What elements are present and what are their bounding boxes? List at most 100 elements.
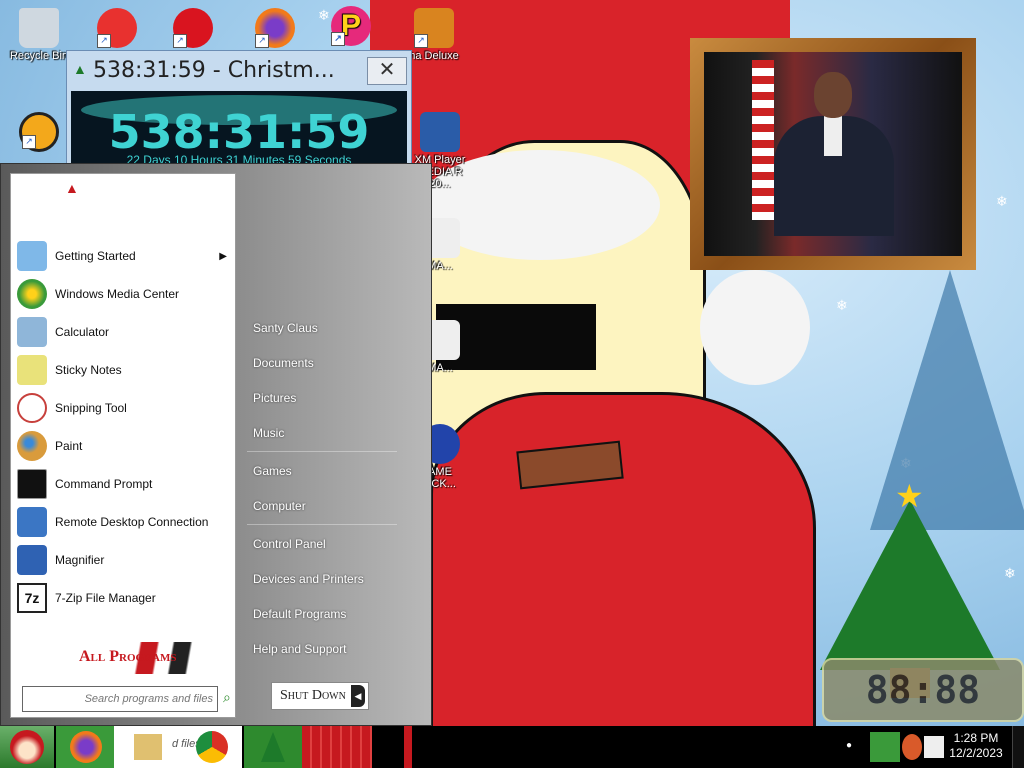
countdown-display: 538:31:59 22 Days 10 Hours 31 Minutes 59…	[71, 91, 407, 165]
program-label: Magnifier	[55, 553, 105, 567]
recycle-bin-icon	[19, 8, 59, 48]
right-item-music[interactable]: Music	[253, 426, 284, 440]
all-programs-label: All Programs	[79, 648, 177, 665]
aimp-icon: ↗	[19, 112, 59, 152]
desktop-icon-p-game[interactable]: P ↗	[316, 6, 386, 48]
program-label: Sticky Notes	[55, 363, 122, 377]
show-desktop-button[interactable]	[1012, 726, 1024, 768]
right-item-games[interactable]: Games	[253, 464, 292, 478]
program-label: Paint	[55, 439, 83, 453]
shutdown-options-button[interactable]: ◀	[351, 685, 365, 707]
taskbar-red-strip	[404, 726, 412, 768]
program-command-prompt[interactable]: Command Prompt	[17, 466, 231, 502]
program-label: 7-Zip File Manager	[55, 591, 156, 605]
submenu-arrow-icon: ▶	[219, 250, 227, 262]
right-item-documents[interactable]: Documents	[253, 356, 314, 370]
right-item-control-panel[interactable]: Control Panel	[253, 537, 326, 551]
clock-date: 12/2/2023	[949, 746, 1003, 760]
start-button[interactable]	[0, 726, 54, 768]
search-input[interactable]	[23, 687, 215, 711]
close-button[interactable]: ✕	[367, 57, 407, 85]
program-windows-media-center[interactable]: Windows Media Center	[17, 276, 231, 312]
separator	[247, 451, 397, 452]
paint-icon	[17, 431, 47, 461]
all-programs-button[interactable]: All Programs	[19, 642, 233, 674]
portrait-photo	[704, 52, 962, 256]
getting-started-icon	[17, 241, 47, 271]
background-pine-tree	[870, 270, 1024, 530]
pointer-icon: ▲	[65, 180, 79, 196]
magnifier-icon	[17, 545, 47, 575]
program-snipping-tool[interactable]: Snipping Tool	[17, 390, 231, 426]
flag-image	[752, 60, 774, 220]
shortcut-arrow-icon: ↗	[414, 34, 428, 48]
desktop-icon-red-bird[interactable]: ↗	[158, 8, 228, 50]
program-label: Getting Started	[55, 249, 136, 263]
taskbar-christmas-tree[interactable]	[244, 726, 302, 768]
chrome-icon[interactable]	[196, 731, 228, 763]
shutdown-label: Shut Down	[280, 688, 346, 703]
xm-player-icon	[420, 112, 460, 152]
program-label: Command Prompt	[55, 477, 153, 491]
search-icon[interactable]: ⌕	[223, 689, 231, 706]
desktop-icon-aimp[interactable]: ↗	[4, 112, 74, 154]
right-item-pictures[interactable]: Pictures	[253, 391, 296, 405]
right-item-devices-printers[interactable]: Devices and Printers	[253, 572, 364, 586]
remote-desktop-icon	[17, 507, 47, 537]
shortcut-arrow-icon: ↗	[255, 34, 269, 48]
calculator-icon	[17, 317, 47, 347]
program-label: Remote Desktop Connection	[55, 515, 209, 529]
desktop-icon-label: Recycle Bin	[9, 50, 69, 62]
program-calculator[interactable]: Calculator	[17, 314, 231, 350]
santa-start-icon	[10, 730, 44, 764]
christmas-tree-icon	[261, 732, 285, 762]
shortcut-arrow-icon: ↗	[173, 34, 187, 48]
taskbar-clock[interactable]: 1:28 PM 12/2/2023	[945, 731, 1007, 761]
star-icon: ★	[895, 477, 924, 515]
program-paint[interactable]: Paint	[17, 428, 231, 464]
firefox-icon	[70, 731, 102, 763]
person-image	[774, 72, 894, 236]
desktop-icon-level2-game[interactable]: ↗	[82, 8, 152, 50]
countdown-time: 538:31:59	[108, 105, 370, 159]
shutdown-button[interactable]: Shut Down ◀	[271, 682, 369, 710]
search-box[interactable]	[22, 686, 218, 712]
framed-photo-gadget[interactable]	[690, 38, 976, 270]
program-remote-desktop[interactable]: Remote Desktop Connection	[17, 504, 231, 540]
taskbar: d files ● 1:28 PM 12/2/2023	[0, 726, 1024, 768]
window-titlebar[interactable]: ▲ 538:31:59 - Christm...	[67, 51, 411, 89]
snipping-tool-icon	[17, 393, 47, 423]
taskbar-file-explorer[interactable]: d files	[114, 726, 242, 768]
sticky-notes-icon	[17, 355, 47, 385]
program-sticky-notes[interactable]: Sticky Notes	[17, 352, 231, 388]
notification-dot-icon: ●	[846, 740, 853, 751]
7zip-icon: 7z	[17, 583, 47, 613]
christmas-tree-gadget	[820, 500, 1000, 670]
programs-pane: ▲ Getting Started ▶ Windows Media Center…	[10, 173, 236, 718]
zuma-deluxe-icon: ↗	[414, 8, 454, 48]
right-item-help-support[interactable]: Help and Support	[253, 642, 346, 656]
clock-gadget[interactable]: 88:88	[822, 658, 1024, 722]
program-getting-started[interactable]: Getting Started ▶	[17, 238, 231, 274]
right-item-computer[interactable]: Computer	[253, 499, 306, 513]
desktop: ❄ ❄ ❄ ❄ ❄ ❄ ❄ ❄ ❄ ❄ ❄ ❄ ❄ ❄ ★ 88:88 Recy…	[0, 0, 1024, 726]
taskbar-firefox[interactable]	[56, 726, 114, 768]
tray-network-icon[interactable]	[924, 736, 944, 758]
program-7zip[interactable]: 7z 7-Zip File Manager	[17, 580, 231, 616]
christmas-countdown-window[interactable]: ▲ 538:31:59 - Christm... ✕ 538:31:59 22 …	[66, 50, 412, 166]
desktop-icon-recycle-bin[interactable]: Recycle Bin	[4, 8, 74, 62]
firefox-icon: ↗	[255, 8, 295, 48]
program-label: Calculator	[55, 325, 110, 339]
shortcut-arrow-icon: ↗	[97, 34, 111, 48]
desktop-icon-firefox[interactable]: ↗	[240, 8, 310, 50]
tray-flag-icon[interactable]	[870, 732, 900, 762]
right-item-santy-claus[interactable]: Santy Claus	[253, 321, 318, 335]
hat-pompom-painting	[700, 270, 810, 385]
tray-firefox-icon[interactable]	[902, 734, 922, 760]
taskbar-red-app[interactable]	[302, 726, 372, 768]
red-shirt-painting	[430, 392, 816, 726]
clock-time: 1:28 PM	[953, 731, 999, 745]
snowflake-icon: ❄	[996, 194, 1008, 210]
program-magnifier[interactable]: Magnifier	[17, 542, 231, 578]
right-item-default-programs[interactable]: Default Programs	[253, 607, 346, 621]
